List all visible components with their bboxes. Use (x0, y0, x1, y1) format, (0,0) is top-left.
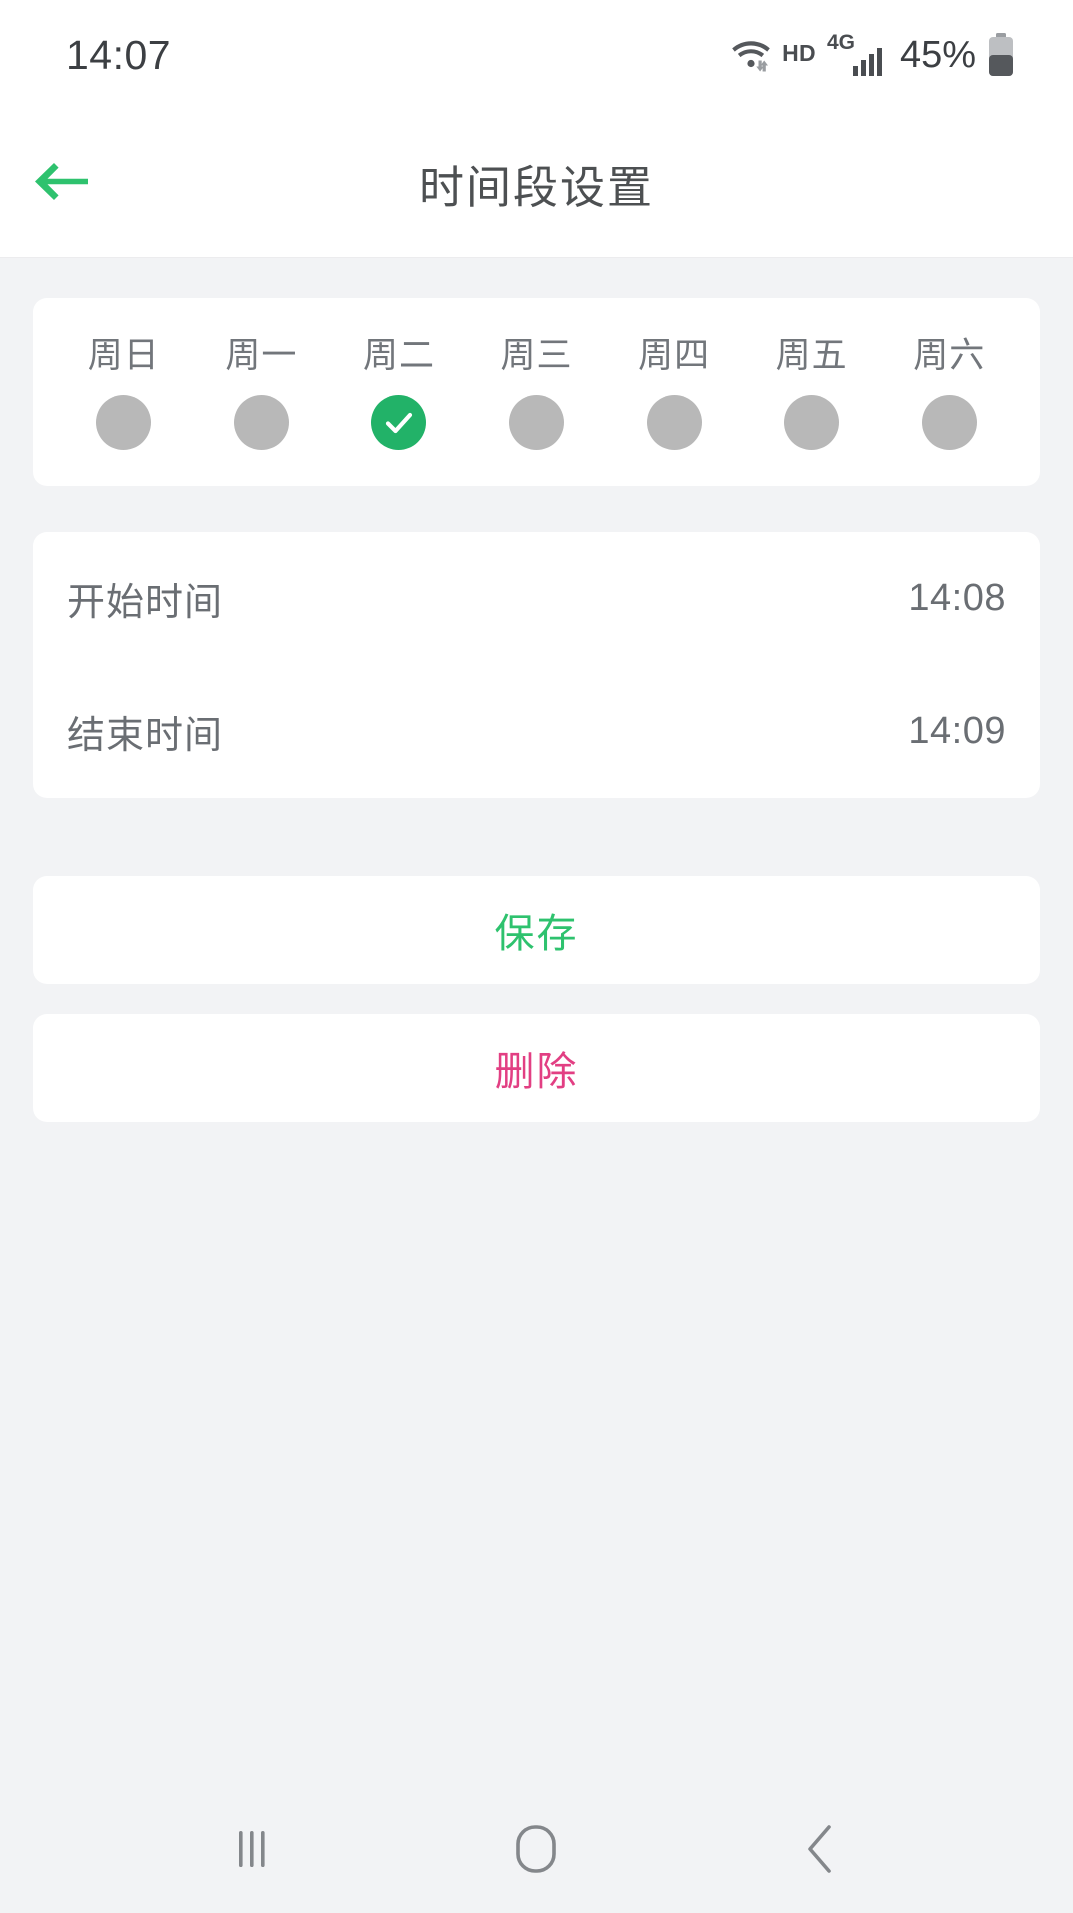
weekday-label: 周三 (500, 336, 573, 375)
weekday-checkbox[interactable] (96, 395, 152, 450)
status-indicators: HD 4G 45% (731, 32, 1015, 78)
system-navigation-bar (0, 1790, 1073, 1913)
app-header: 时间段设置 (0, 110, 1073, 258)
weekday-label: 周二 (362, 336, 435, 375)
page-title: 时间段设置 (418, 162, 654, 213)
weekday-item-monday[interactable]: 周一 (193, 338, 331, 450)
save-button-label: 保存 (494, 912, 579, 956)
save-button[interactable]: 保存 (33, 876, 1040, 984)
end-time-value: 14:09 (908, 710, 1006, 752)
phone-screen: 14:07 HD 4G 45% 时间段设置 周日 周一 周二 周三 周四 周五 … (0, 0, 1073, 1913)
weekday-label: 周日 (87, 336, 160, 375)
weekday-item-saturday[interactable]: 周六 (880, 338, 1018, 450)
wifi-icon (731, 36, 771, 74)
weekday-checkbox[interactable] (646, 395, 702, 450)
chevron-left-icon (801, 1823, 841, 1880)
delete-button-label: 删除 (494, 1050, 579, 1094)
status-bar: 14:07 HD 4G 45% (0, 0, 1073, 110)
home-button[interactable] (476, 1807, 596, 1897)
cellular-signal-icon: 4G (827, 32, 883, 78)
end-time-label: 结束时间 (67, 715, 224, 757)
weekday-item-wednesday[interactable]: 周三 (468, 338, 606, 450)
back-navigation-button[interactable] (761, 1807, 881, 1897)
recents-icon (231, 1825, 273, 1878)
weekday-item-tuesday[interactable]: 周二 (330, 338, 468, 450)
weekday-checkbox[interactable] (784, 395, 840, 450)
start-time-row[interactable]: 开始时间 14:08 (67, 532, 1006, 665)
weekday-item-thursday[interactable]: 周四 (605, 338, 743, 450)
page-content: 周日 周一 周二 周三 周四 周五 周六 开始时间 14:08 结束时间 14:… (0, 258, 1073, 1790)
weekday-label: 周六 (913, 336, 986, 375)
weekday-item-sunday[interactable]: 周日 (55, 338, 193, 450)
home-icon (513, 1823, 559, 1880)
svg-text:4G: 4G (827, 32, 855, 54)
arrow-left-icon (30, 157, 90, 210)
battery-percent-label: 45% (899, 33, 976, 76)
weekday-row: 周日 周一 周二 周三 周四 周五 周六 (55, 338, 1018, 450)
weekday-checkbox[interactable] (921, 395, 977, 450)
weekday-checkbox[interactable] (233, 395, 289, 450)
time-settings-card: 开始时间 14:08 结束时间 14:09 (33, 532, 1040, 798)
weekday-checkbox[interactable] (509, 395, 565, 450)
start-time-label: 开始时间 (67, 582, 224, 624)
weekday-selector-card: 周日 周一 周二 周三 周四 周五 周六 (33, 298, 1040, 486)
status-clock: 14:07 (66, 31, 172, 78)
recents-button[interactable] (192, 1807, 312, 1897)
start-time-value: 14:08 (908, 577, 1006, 619)
check-icon (385, 412, 413, 433)
weekday-label: 周一 (225, 336, 298, 375)
delete-button[interactable]: 删除 (33, 1014, 1040, 1122)
weekday-item-friday[interactable]: 周五 (743, 338, 881, 450)
back-button[interactable] (22, 146, 98, 222)
weekday-label: 周四 (638, 336, 711, 375)
weekday-label: 周五 (775, 336, 848, 375)
battery-icon (987, 33, 1015, 77)
end-time-row[interactable]: 结束时间 14:09 (67, 665, 1006, 798)
hd-label: HD (782, 39, 816, 66)
weekday-checkbox[interactable] (371, 395, 427, 450)
